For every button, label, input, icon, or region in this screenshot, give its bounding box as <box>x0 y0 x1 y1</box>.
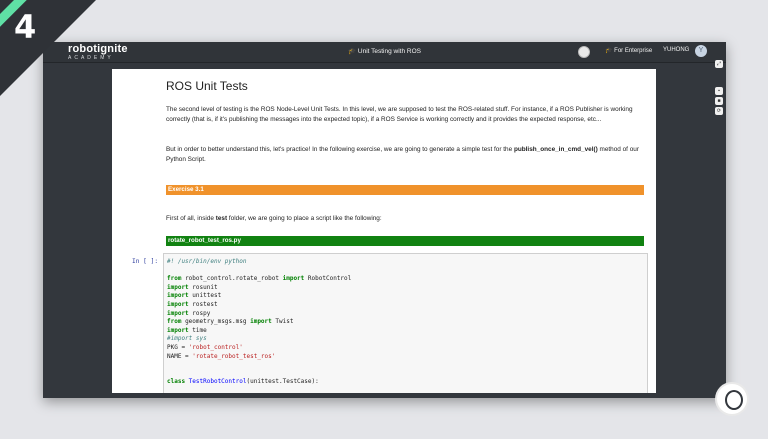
stop-icon[interactable]: ■ <box>715 97 723 105</box>
enterprise-link[interactable]: 🎓 For Enterprise <box>605 47 652 54</box>
user-avatar-icon[interactable]: Y <box>695 45 707 57</box>
code-cell[interactable]: #! /usr/bin/env python from robot_contro… <box>163 253 648 393</box>
paragraph-3: First of all, inside test folder, we are… <box>166 215 382 222</box>
paragraph-1: The second level of testing is the ROS N… <box>166 106 633 123</box>
app-window: robotignite ACADEMY 🎓 Unit Testing with … <box>43 42 747 414</box>
enterprise-label: For Enterprise <box>614 48 653 54</box>
flame-shape <box>725 390 743 410</box>
globe-icon[interactable] <box>578 46 590 58</box>
code-text[interactable]: #! /usr/bin/env python from robot_contro… <box>167 258 351 387</box>
grad-cap-icon: 🎓 <box>605 48 613 54</box>
paragraph-2: But in order to better understand this, … <box>166 146 639 163</box>
notebook-icon[interactable]: ▪ <box>715 87 723 95</box>
fullscreen-icon[interactable]: ⤢ <box>715 60 723 68</box>
page-title: ROS Unit Tests <box>166 79 248 93</box>
course-title-text: Unit Testing with ROS <box>357 48 421 55</box>
username[interactable]: YUHONG <box>663 47 689 53</box>
exercise-banner: Exercise 3.1 <box>166 185 644 195</box>
flame-logo-icon[interactable] <box>717 384 747 414</box>
grad-cap-icon: 🎓 <box>347 48 357 55</box>
top-bar: robotignite ACADEMY 🎓 Unit Testing with … <box>43 42 726 63</box>
refresh-icon[interactable]: ⟳ <box>715 107 723 115</box>
step-number: 4 <box>14 8 37 46</box>
script-name-banner: rotate_robot_test_ros.py <box>166 236 644 246</box>
notebook-panel: ROS Unit Tests The second level of testi… <box>112 69 656 393</box>
cell-prompt: In [ ]: <box>132 258 159 265</box>
